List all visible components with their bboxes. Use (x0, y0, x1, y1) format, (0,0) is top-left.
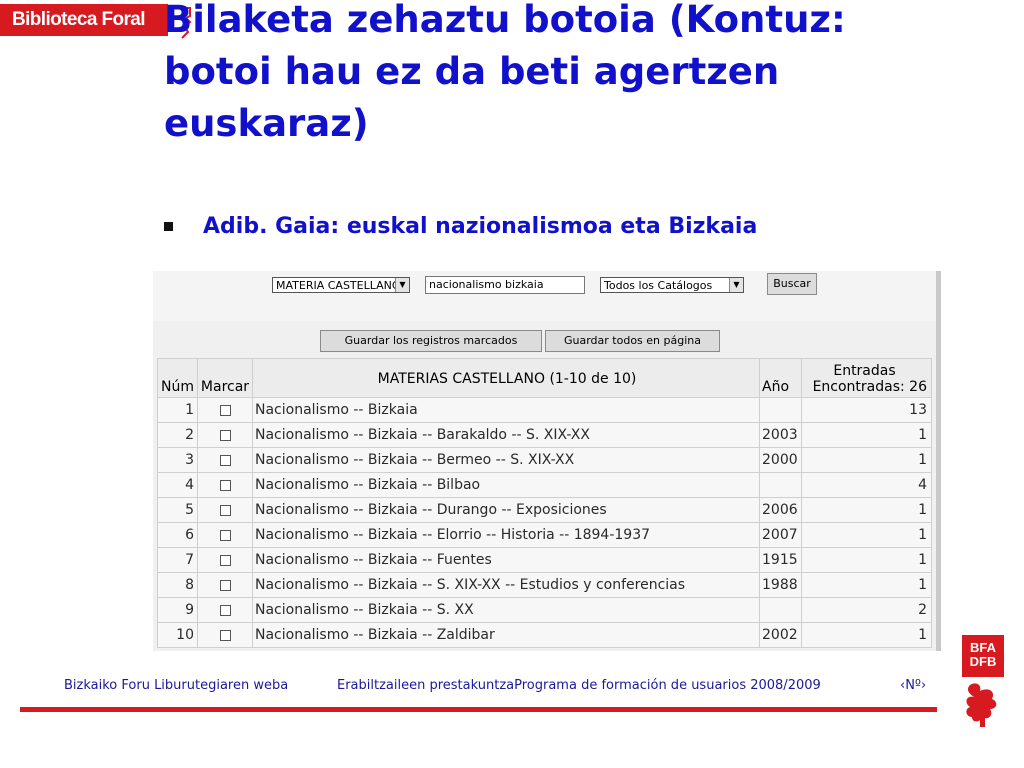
subject-link[interactable]: Nacionalismo -- Bizkaia -- S. XIX-XX -- … (253, 573, 760, 598)
row-year: 2007 (760, 523, 802, 548)
row-year: 2000 (760, 448, 802, 473)
table-row: 4 Nacionalismo -- Bizkaia -- Bilbao 4 (157, 473, 932, 498)
results-table: Núm Marcar MATERIAS CASTELLANO (1-10 de … (157, 358, 932, 648)
row-count: 4 (802, 473, 932, 498)
subject-link[interactable]: Nacionalismo -- Bizkaia -- Zaldibar (253, 623, 760, 648)
mark-checkbox[interactable] (219, 529, 231, 541)
table-row: 5 Nacionalismo -- Bizkaia -- Durango -- … (157, 498, 932, 523)
search-bar: MATERIA CASTELLANO ▼ nacionalismo bizkai… (153, 271, 941, 322)
table-row: 7 Nacionalismo -- Bizkaia -- Fuentes 191… (157, 548, 932, 573)
footer-divider (20, 707, 937, 712)
table-header-row: Núm Marcar MATERIAS CASTELLANO (1-10 de … (157, 358, 932, 398)
subject-link[interactable]: Nacionalismo -- Bizkaia -- Barakaldo -- … (253, 423, 760, 448)
table-row: 8 Nacionalismo -- Bizkaia -- S. XIX-XX -… (157, 573, 932, 598)
bullet-text: Adib. Gaia: euskal nazionalismoa eta Biz… (203, 213, 758, 239)
row-year (760, 398, 802, 423)
table-row: 1 Nacionalismo -- Bizkaia 13 (157, 398, 932, 423)
row-year: 1915 (760, 548, 802, 573)
mark-checkbox[interactable] (219, 479, 231, 491)
mark-checkbox[interactable] (219, 554, 231, 566)
catalog-screenshot: MATERIA CASTELLANO ▼ nacionalismo bizkai… (153, 271, 941, 651)
bullet-square-icon (164, 221, 173, 231)
row-count: 13 (802, 398, 932, 423)
dropdown-arrow-icon[interactable]: ▼ (395, 278, 409, 292)
row-num: 10 (157, 623, 198, 648)
row-year: 2002 (760, 623, 802, 648)
subject-link[interactable]: Nacionalismo -- Bizkaia -- S. XX (253, 598, 760, 623)
row-year: 1988 (760, 573, 802, 598)
catalog-select[interactable]: Todos los Catálogos ▼ (600, 277, 744, 293)
bfa-logo-box: BFA DFB (962, 635, 1004, 677)
header-mark: Marcar (198, 358, 253, 398)
logo-line2: DFB (969, 654, 997, 669)
search-field-select[interactable]: MATERIA CASTELLANO ▼ (272, 277, 410, 293)
row-count: 1 (802, 448, 932, 473)
catalog-select-value: Todos los Catálogos (604, 279, 713, 292)
row-year: 2003 (760, 423, 802, 448)
mark-checkbox[interactable] (219, 454, 231, 466)
table-row: 9 Nacionalismo -- Bizkaia -- S. XX 2 (157, 598, 932, 623)
search-field-value: MATERIA CASTELLANO (276, 279, 401, 292)
mark-checkbox[interactable] (219, 504, 231, 516)
search-input[interactable]: nacionalismo bizkaia (425, 276, 585, 294)
row-num: 5 (157, 498, 198, 523)
header-entries-line1: Entradas (833, 363, 896, 379)
slide-number: ‹Nº› (900, 678, 927, 693)
row-count: 1 (802, 498, 932, 523)
mark-checkbox[interactable] (219, 629, 231, 641)
panel-scrollbar[interactable] (936, 271, 941, 651)
row-num: 8 (157, 573, 198, 598)
row-count: 1 (802, 523, 932, 548)
save-marked-button[interactable]: Guardar los registros marcados (320, 330, 542, 352)
footer-left-text: Bizkaiko Foru Liburutegiaren weba (64, 678, 289, 693)
logo-line1: BFA (970, 640, 996, 655)
header-subject: MATERIAS CASTELLANO (1-10 de 10) (253, 358, 760, 398)
slide-footer: Bizkaiko Foru Liburutegiaren weba Erabil… (0, 678, 1024, 702)
biblioteca-foral-logo: Biblioteca Foral (0, 4, 168, 36)
mark-checkbox[interactable] (219, 429, 231, 441)
mark-checkbox[interactable] (219, 604, 231, 616)
mark-checkbox[interactable] (219, 404, 231, 416)
table-row: 3 Nacionalismo -- Bizkaia -- Bermeo -- S… (157, 448, 932, 473)
row-num: 1 (157, 398, 198, 423)
row-count: 1 (802, 548, 932, 573)
row-count: 1 (802, 423, 932, 448)
table-row: 6 Nacionalismo -- Bizkaia -- Elorrio -- … (157, 523, 932, 548)
mark-checkbox[interactable] (219, 579, 231, 591)
row-count: 2 (802, 598, 932, 623)
header-entries-line2: Encontradas: 26 (812, 379, 927, 395)
row-num: 7 (157, 548, 198, 573)
dropdown-arrow-icon[interactable]: ▼ (729, 278, 743, 292)
row-num: 3 (157, 448, 198, 473)
logo-text: Biblioteca Foral (12, 9, 146, 30)
slide-title: Bilaketa zehaztu botoia (Kontuz: botoi h… (164, 0, 846, 145)
subject-link[interactable]: Nacionalismo -- Bizkaia (253, 398, 760, 423)
footer-middle-text: Erabiltzaileen prestakuntzaPrograma de f… (337, 678, 821, 693)
subject-link[interactable]: Nacionalismo -- Bizkaia -- Elorrio -- Hi… (253, 523, 760, 548)
row-year (760, 473, 802, 498)
subject-link[interactable]: Nacionalismo -- Bizkaia -- Durango -- Ex… (253, 498, 760, 523)
row-num: 2 (157, 423, 198, 448)
table-row: 2 Nacionalismo -- Bizkaia -- Barakaldo -… (157, 423, 932, 448)
bfa-dfb-logo: BFA DFB (962, 635, 1004, 730)
subject-link[interactable]: Nacionalismo -- Bizkaia -- Bilbao (253, 473, 760, 498)
header-num: Núm (157, 358, 198, 398)
table-row: 10 Nacionalismo -- Bizkaia -- Zaldibar 2… (157, 623, 932, 648)
row-count: 1 (802, 623, 932, 648)
row-year (760, 598, 802, 623)
search-button[interactable]: Buscar (767, 273, 817, 295)
row-num: 4 (157, 473, 198, 498)
save-page-button[interactable]: Guardar todos en página (545, 330, 720, 352)
row-num: 9 (157, 598, 198, 623)
header-entries: Entradas Encontradas: 26 (802, 358, 932, 398)
bullet-item: Adib. Gaia: euskal nazionalismoa eta Biz… (164, 211, 757, 241)
bizkaia-tree-icon (966, 683, 997, 727)
row-count: 1 (802, 573, 932, 598)
subject-link[interactable]: Nacionalismo -- Bizkaia -- Bermeo -- S. … (253, 448, 760, 473)
subject-link[interactable]: Nacionalismo -- Bizkaia -- Fuentes (253, 548, 760, 573)
row-num: 6 (157, 523, 198, 548)
header-year: Año (760, 358, 802, 398)
row-year: 2006 (760, 498, 802, 523)
